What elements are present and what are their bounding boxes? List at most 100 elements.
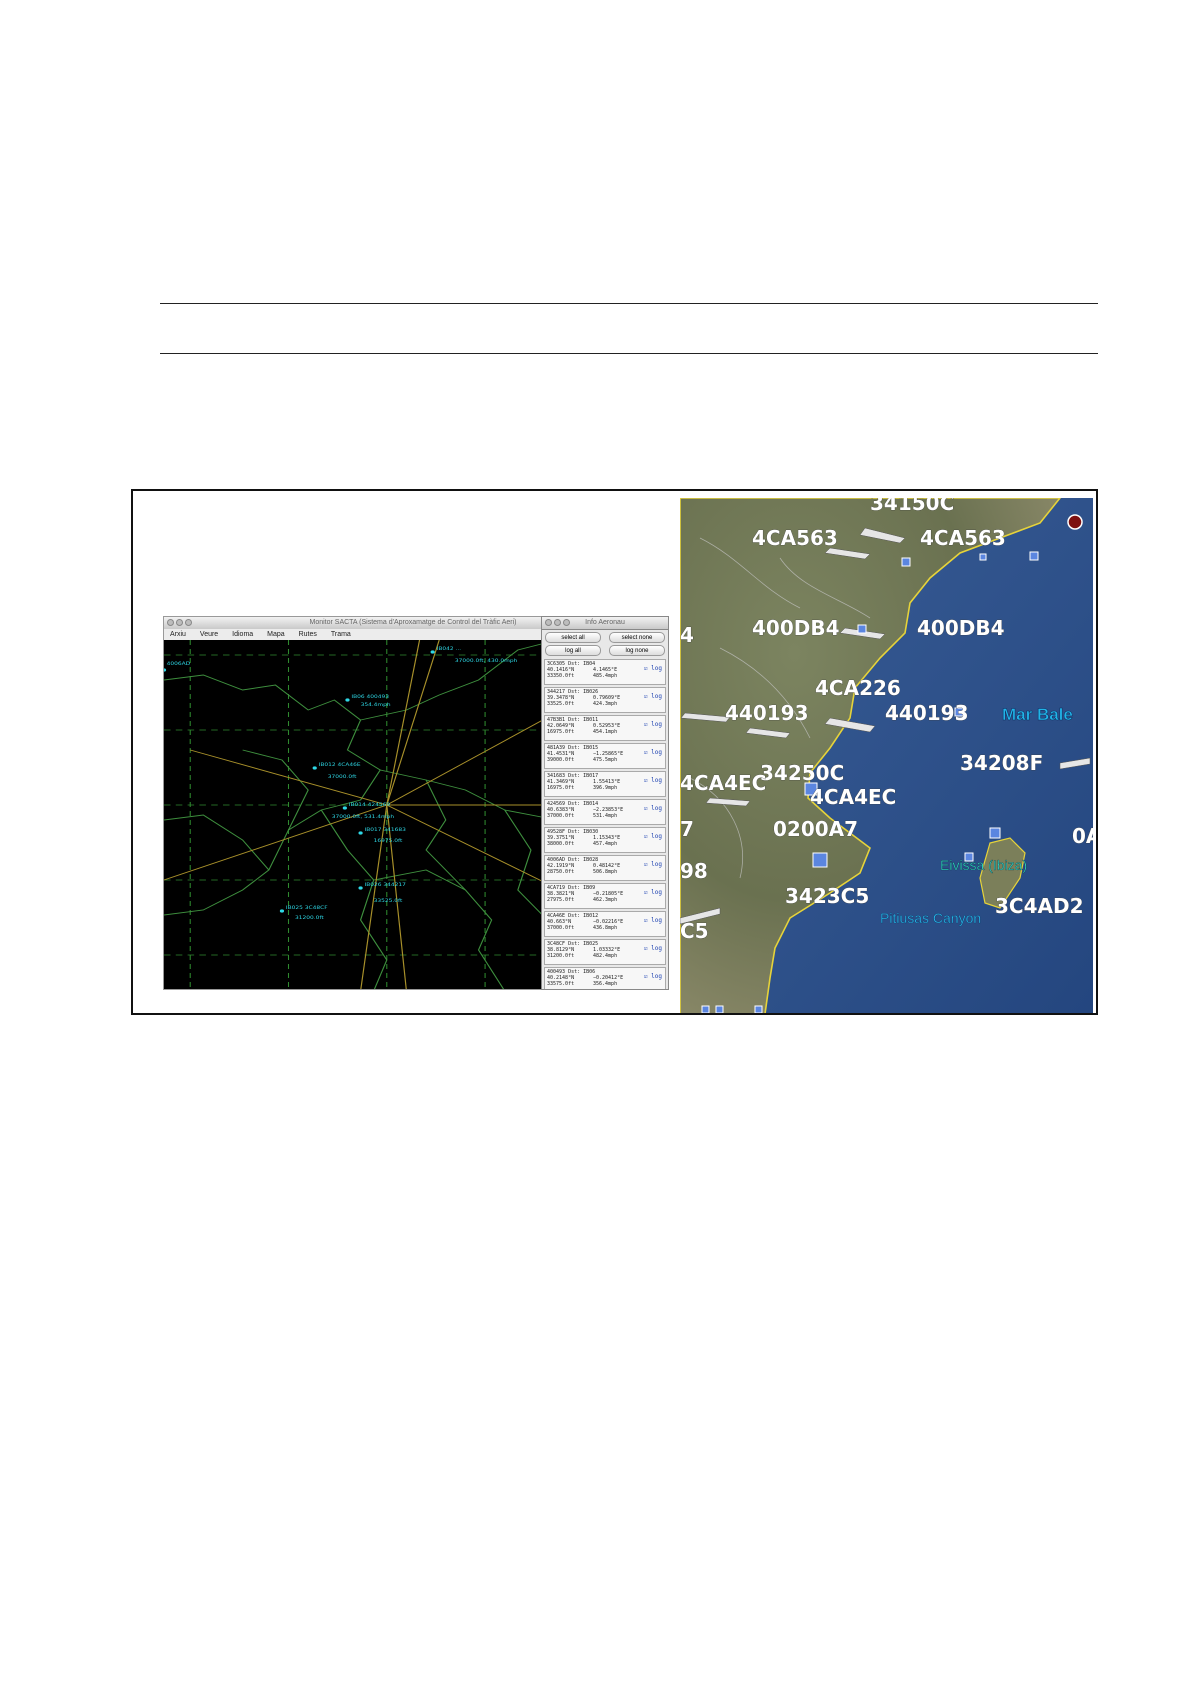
svg-text:IB017 341683: IB017 341683 <box>365 828 406 833</box>
aircraft-entry[interactable]: 4CA46E Dst: IB012 40.663°N −0.02216°E 37000… <box>544 911 666 937</box>
svg-text:16975.0ft: 16975.0ft <box>374 839 403 844</box>
entry-alt-speed: 37000.0ft 436.8mph <box>547 925 663 931</box>
log-label: log <box>651 693 662 700</box>
log-checkbox[interactable]: ☑ log <box>644 918 662 924</box>
aircraft-entry[interactable]: 481A39 Dst: IB015 41.4531°N −1.25865°E 3900… <box>544 743 666 769</box>
log-checkbox[interactable]: ☑ log <box>644 862 662 868</box>
svg-text:440193: 440193 <box>885 701 969 725</box>
map-svg: 34150C 4CA563 4CA563 400DB4 400DB4 4CA22… <box>680 498 1093 1013</box>
select-none-button[interactable]: select none <box>609 632 665 643</box>
zoom-window-button[interactable] <box>185 619 192 626</box>
svg-text:0200A7: 0200A7 <box>773 817 858 841</box>
svg-text:98: 98 <box>680 859 708 883</box>
log-checkbox[interactable]: ☑ log <box>644 834 662 840</box>
log-checkbox[interactable]: ☑ log <box>644 750 662 756</box>
satellite-map[interactable]: 34150C 4CA563 4CA563 400DB4 400DB4 4CA22… <box>680 498 1093 1013</box>
entry-altitude: 33350.0ft <box>547 673 575 679</box>
info-window: Info Aeronau select all select none log … <box>541 616 669 990</box>
menu-mapa[interactable]: Mapa <box>267 631 285 638</box>
log-checkbox[interactable]: ☑ log <box>644 666 662 672</box>
aircraft-entry[interactable]: 4CA719 Dst: IB09 38.3821°N −0.21805°E 27975… <box>544 883 666 909</box>
radar-window-title: Monitor SACTA (Sistema d'Aproxamatge de … <box>309 619 517 626</box>
entry-alt-speed: 16975.0ft 454.1mph <box>547 729 663 735</box>
log-none-button[interactable]: log none <box>609 645 665 656</box>
aircraft-entry[interactable]: 4006AD Dst: IB028 42.1919°N 0.48142°E 28750… <box>544 855 666 881</box>
menu-veure[interactable]: Veure <box>200 631 218 638</box>
entry-alt-speed: 37000.0ft 531.4mph <box>547 813 663 819</box>
aircraft-entry[interactable]: 341683 Dst: IB017 41.3469°N 1.55413°E 16975… <box>544 771 666 797</box>
log-label: log <box>651 889 662 896</box>
svg-text:4CA4EC: 4CA4EC <box>680 771 766 795</box>
log-checkbox[interactable]: ☑ log <box>644 806 662 812</box>
menu-idioma[interactable]: Idioma <box>232 631 253 638</box>
menu-trama[interactable]: Trama <box>331 631 351 638</box>
menu-arxiu[interactable]: Arxiu <box>170 631 186 638</box>
entry-speed: 396.9mph <box>593 785 618 791</box>
entry-speed: 424.3mph <box>593 701 618 707</box>
entry-speed: 482.4mph <box>593 953 618 959</box>
log-label: log <box>651 861 662 868</box>
figure-frame: Monitor SACTA (Sistema d'Aproxamatge de … <box>131 489 1098 1015</box>
log-checkbox[interactable]: ☑ log <box>644 694 662 700</box>
entry-alt-speed: 16975.0ft 396.9mph <box>547 785 663 791</box>
svg-text:IB042 ...: IB042 ... <box>437 647 462 652</box>
log-checkbox[interactable]: ☑ log <box>644 722 662 728</box>
aircraft-entry[interactable]: 47B3B1 Dst: IB011 42.0649°N 0.52953°E 16975… <box>544 715 666 741</box>
aircraft-entry[interactable]: 424569 Dst: IB014 40.6383°N −2.23853°E 3700… <box>544 799 666 825</box>
entry-altitude: 16975.0ft <box>547 785 575 791</box>
log-checkbox[interactable]: ☑ log <box>644 974 662 980</box>
aircraft-entry[interactable]: 400493 Dst: IB06 40.2148°N −0.20412°E 33575… <box>544 967 666 989</box>
log-label: log <box>651 917 662 924</box>
entry-altitude: 33525.0ft <box>547 701 575 707</box>
log-checkbox[interactable]: ☑ log <box>644 946 662 952</box>
log-all-button[interactable]: log all <box>545 645 601 656</box>
entry-alt-speed: 33525.0ft 424.3mph <box>547 701 663 707</box>
bottom-rule <box>160 353 1098 354</box>
record-marker <box>1067 514 1083 530</box>
log-checkbox[interactable]: ☑ log <box>644 778 662 784</box>
info-close-button[interactable] <box>545 619 552 626</box>
entry-altitude: 28750.0ft <box>547 869 575 875</box>
entry-alt-speed: 33350.0ft 485.4mph <box>547 673 663 679</box>
svg-text:IB06 400493: IB06 400493 <box>351 695 389 700</box>
log-label: log <box>651 749 662 756</box>
island-label: Eivissa (Ibiza) <box>940 857 1027 873</box>
aircraft-entry[interactable]: 3C6305 Dst: IB04 40.1416°N 4.1465°E 33350.0… <box>544 659 666 685</box>
svg-text:4: 4 <box>680 623 694 647</box>
entry-alt-speed: 28750.0ft 506.8mph <box>547 869 663 875</box>
svg-text:400DB4: 400DB4 <box>752 616 840 640</box>
aircraft-entry[interactable]: 344217 Dst: IB026 39.3478°N 0.79609°E 33525… <box>544 687 666 713</box>
entry-speed: 457.4mph <box>593 841 618 847</box>
entry-alt-speed: 33575.0ft 356.4mph <box>547 981 663 987</box>
svg-text:4CA226: 4CA226 <box>815 676 901 700</box>
entry-alt-speed: 31200.0ft 482.4mph <box>547 953 663 959</box>
log-label: log <box>651 777 662 784</box>
svg-text:37000.0ft: 37000.0ft <box>328 775 357 780</box>
minimize-window-button[interactable] <box>176 619 183 626</box>
log-checkbox[interactable]: ☑ log <box>644 890 662 896</box>
top-rule <box>160 303 1098 304</box>
select-all-button[interactable]: select all <box>545 632 601 643</box>
svg-text:IB012 4CA46E: IB012 4CA46E <box>319 763 361 768</box>
svg-text:34150C: 34150C <box>870 498 954 515</box>
entry-speed: 462.3mph <box>593 897 618 903</box>
entry-speed: 531.4mph <box>593 813 618 819</box>
entry-speed: 436.8mph <box>593 925 618 931</box>
entry-speed: 485.4mph <box>593 673 618 679</box>
aircraft-entry[interactable]: 49528F Dst: IB030 39.3751°N 1.15343°E 38000… <box>544 827 666 853</box>
info-zoom-button[interactable] <box>563 619 570 626</box>
svg-text:34250C: 34250C <box>760 761 844 785</box>
svg-text:4CA4EC: 4CA4EC <box>810 785 896 809</box>
aircraft-entry[interactable]: 3C48CF Dst: IB025 38.8129°N 1.03332°E 31200… <box>544 939 666 965</box>
close-window-button[interactable] <box>167 619 174 626</box>
entry-altitude: 27975.0ft <box>547 897 575 903</box>
menu-rutes[interactable]: Rutes <box>299 631 317 638</box>
entry-alt-speed: 38000.0ft 457.4mph <box>547 841 663 847</box>
log-label: log <box>651 833 662 840</box>
info-minimize-button[interactable] <box>554 619 561 626</box>
log-label: log <box>651 805 662 812</box>
log-label: log <box>651 665 662 672</box>
svg-text:354.4mph: 354.4mph <box>361 703 391 708</box>
svg-text:7: 7 <box>680 817 694 841</box>
svg-text:IB014 424569: IB014 424569 <box>349 803 390 808</box>
